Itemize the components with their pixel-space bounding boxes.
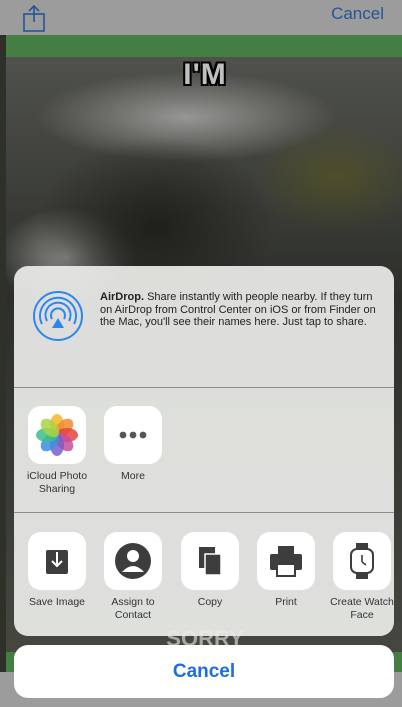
assign-to-contact-label: Assign to Contact [111, 596, 155, 621]
assign-to-contact-button[interactable]: Assign to Contact [95, 532, 171, 621]
create-watch-face-label: Create Watch Face [330, 596, 394, 621]
more-button[interactable]: More [95, 406, 171, 483]
airdrop-title: AirDrop. [100, 291, 144, 303]
save-image-icon [28, 532, 86, 590]
watch-icon [333, 532, 391, 590]
more-label: More [121, 470, 145, 482]
copy-button[interactable]: Copy [172, 532, 248, 609]
share-sheet: AirDrop. Share instantly with people nea… [14, 266, 394, 636]
airdrop-section[interactable]: AirDrop. Share instantly with people nea… [14, 266, 394, 387]
separator [14, 512, 394, 513]
cancel-button[interactable]: Cancel [14, 645, 394, 698]
more-icon [104, 406, 162, 464]
icloud-photo-sharing-label: iCloud Photo Sharing [26, 470, 88, 495]
photos-icon [28, 406, 86, 464]
print-icon [257, 532, 315, 590]
separator [14, 387, 394, 388]
print-label: Print [275, 596, 297, 608]
save-image-label: Save Image [28, 596, 86, 608]
save-image-button[interactable]: Save Image [19, 532, 95, 609]
icloud-photo-sharing-button[interactable]: iCloud Photo Sharing [19, 406, 95, 495]
print-button[interactable]: Print [248, 532, 324, 609]
copy-icon [181, 532, 239, 590]
copy-label: Copy [197, 596, 223, 608]
airdrop-icon [33, 291, 83, 341]
contact-icon [104, 532, 162, 590]
create-watch-face-button[interactable]: Create Watch Face [324, 532, 394, 621]
airdrop-text: AirDrop. Share instantly with people nea… [100, 291, 380, 329]
